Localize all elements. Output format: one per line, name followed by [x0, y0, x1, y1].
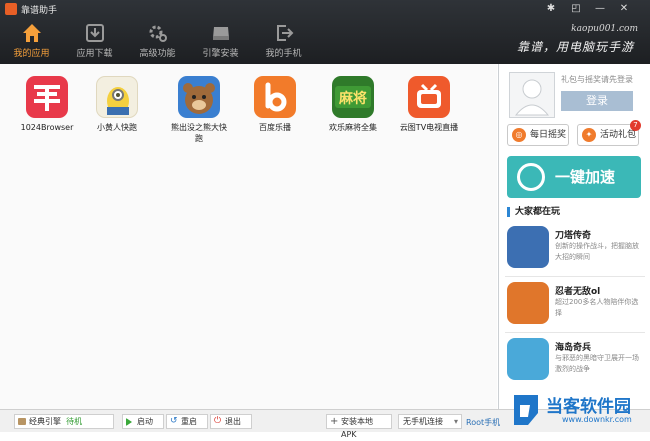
tab-engine-install[interactable]: 引擎安装 — [189, 18, 252, 64]
home-icon — [23, 24, 41, 42]
engine-status: 待机 — [66, 417, 83, 426]
tab-my-apps[interactable]: 我的应用 — [0, 18, 63, 64]
app-tile-minion-rush[interactable]: 小黄人快跑 — [86, 76, 148, 133]
plus-icon: + — [330, 416, 339, 427]
app-tile-yuntu-tv[interactable]: 云图TV电视直播 — [398, 76, 460, 133]
disk-icon — [213, 27, 229, 40]
app-title: 靠谱助手 — [21, 6, 58, 16]
app-tile-mahjong[interactable]: 麻将 欢乐麻将全集 — [322, 76, 384, 133]
slogan: 靠谱，用电脑玩手游 — [516, 40, 634, 54]
game-thumbnail — [507, 226, 549, 268]
tab-my-phone[interactable]: 我的手机 — [252, 18, 315, 64]
gift-count-badge: 7 — [630, 120, 641, 131]
tv-icon — [408, 76, 450, 118]
game-item[interactable]: 刀塔传奇 创新的操作战斗，把握脑放大招的瞬间 — [505, 226, 645, 274]
minimize-icon[interactable]: — — [589, 1, 611, 17]
bear-icon — [178, 76, 220, 118]
game-item[interactable]: 海岛奇兵 与邪恶的黑暗守卫展开一场激烈的战争 — [505, 338, 645, 386]
restart-button[interactable]: ↺ 重启 — [166, 414, 208, 429]
gears-icon — [149, 25, 167, 42]
mahjong-icon: 麻将 — [332, 76, 374, 118]
speed-up-button[interactable]: 一键加速 — [507, 156, 641, 198]
settings-icon[interactable]: ✱ — [540, 1, 562, 17]
install-apk-button[interactable]: + 安装本地APK — [326, 414, 392, 439]
quit-button[interactable]: ⏻ 退出 — [210, 414, 252, 429]
start-button[interactable]: 启动 — [122, 414, 164, 429]
app-tile-baidu-play[interactable]: 百度乐播 — [244, 76, 306, 133]
browser-icon — [26, 76, 68, 118]
close-icon[interactable]: ✕ — [613, 1, 635, 17]
game-item[interactable]: 忍者无敌ol 超过200多名人物陪伴你选择 — [505, 282, 645, 330]
title-bar: 靠谱助手 ✱ ◰ — ✕ — [0, 0, 650, 18]
lottery-icon: ◎ — [512, 128, 526, 142]
root-phone-link[interactable]: Root手机 — [466, 417, 500, 428]
svg-text:麻将: 麻将 — [338, 90, 367, 107]
game-thumbnail — [507, 282, 549, 324]
login-tip: 礼包与摇奖请先登录 — [561, 75, 633, 84]
app-tile-1024browser[interactable]: 1024Browser — [16, 76, 78, 133]
chevron-down-icon: ▾ — [453, 417, 458, 426]
app-tile-boonie-bears[interactable]: 熊出没之熊大快跑 — [168, 76, 230, 144]
sidebar: 礼包与摇奖请先登录 登录 ◎ 每日摇奖 ✦ 活动礼包 7 一键加速 大家都在玩 … — [498, 64, 650, 409]
app-grid: 1024Browser 小黄人快跑 熊出没之熊大快跑 百度乐播 麻将 欢乐麻将全… — [0, 64, 497, 409]
speedometer-icon — [517, 163, 545, 191]
phone-select[interactable]: 无手机连接 ▾ — [398, 414, 462, 429]
game-thumbnail — [507, 338, 549, 380]
popular-games-title: 大家都在玩 — [507, 207, 560, 217]
watermark: 当客软件园 www.downkr.com — [506, 390, 644, 428]
download-icon — [86, 24, 104, 42]
engine-indicator: 经典引擎 待机 — [14, 414, 114, 429]
export-phone-icon — [277, 25, 294, 41]
app-logo-icon — [5, 3, 17, 15]
gift-pack-button[interactable]: ✦ 活动礼包 7 — [577, 120, 641, 146]
header: 靠谱助手 ✱ ◰ — ✕ 我的应用 应用下载 高级功能 引擎安装 我的手机 ka… — [0, 0, 650, 64]
power-icon: ⏻ — [214, 416, 222, 426]
minion-icon — [96, 76, 138, 118]
user-silhouette-icon — [514, 79, 550, 116]
play-icon — [126, 418, 132, 426]
main-nav: 我的应用 应用下载 高级功能 引擎安装 我的手机 — [0, 18, 315, 64]
login-button[interactable]: 登录 — [561, 91, 633, 111]
skin-icon[interactable]: ◰ — [565, 1, 587, 17]
divider — [505, 332, 645, 333]
daily-lottery-button[interactable]: ◎ 每日摇奖 — [507, 124, 569, 146]
engine-icon — [18, 418, 26, 425]
restart-icon: ↺ — [170, 416, 178, 426]
watermark-logo-icon — [514, 395, 538, 425]
avatar[interactable] — [509, 72, 555, 118]
divider — [505, 276, 645, 277]
site-url: kaopu001.com — [571, 24, 638, 34]
tab-app-download[interactable]: 应用下载 — [63, 18, 126, 64]
gift-icon: ✦ — [582, 128, 596, 142]
tab-advanced[interactable]: 高级功能 — [126, 18, 189, 64]
baidu-play-icon — [254, 76, 296, 118]
